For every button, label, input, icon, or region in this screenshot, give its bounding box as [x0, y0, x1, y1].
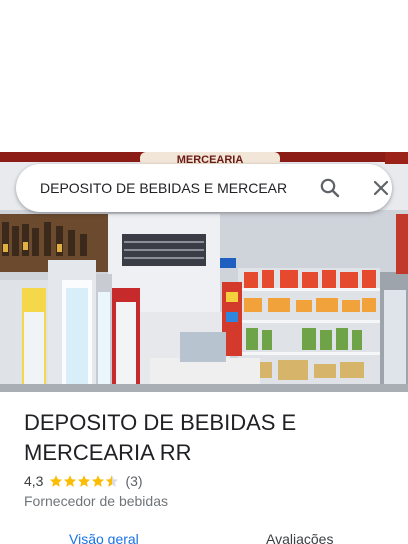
- tab-overview[interactable]: Visão geral: [69, 531, 139, 544]
- rating-row[interactable]: 4,3 (3): [24, 472, 143, 490]
- search-input[interactable]: DEPOSITO DE BEBIDAS E MERCEAR: [40, 164, 288, 212]
- star-icon: [64, 475, 77, 487]
- place-title: DEPOSITO DE BEBIDAS E MERCEARIA RR: [24, 410, 297, 465]
- tab-reviews[interactable]: Avaliações: [266, 531, 333, 544]
- place-category: Fornecedor de bebidas: [24, 493, 168, 509]
- search-icon[interactable]: [318, 176, 342, 200]
- map-blank-area: [0, 0, 408, 152]
- star-rating: [49, 474, 119, 488]
- review-count[interactable]: (3): [125, 473, 142, 489]
- star-half-icon: [106, 475, 119, 487]
- close-icon[interactable]: [369, 176, 393, 200]
- search-bar[interactable]: DEPOSITO DE BEBIDAS E MERCEAR: [16, 164, 392, 212]
- star-icon: [50, 475, 63, 487]
- star-icon: [92, 475, 105, 487]
- star-icon: [78, 475, 91, 487]
- rating-value: 4,3: [24, 473, 44, 489]
- tab-bar: Visão geral Avaliações: [0, 528, 408, 544]
